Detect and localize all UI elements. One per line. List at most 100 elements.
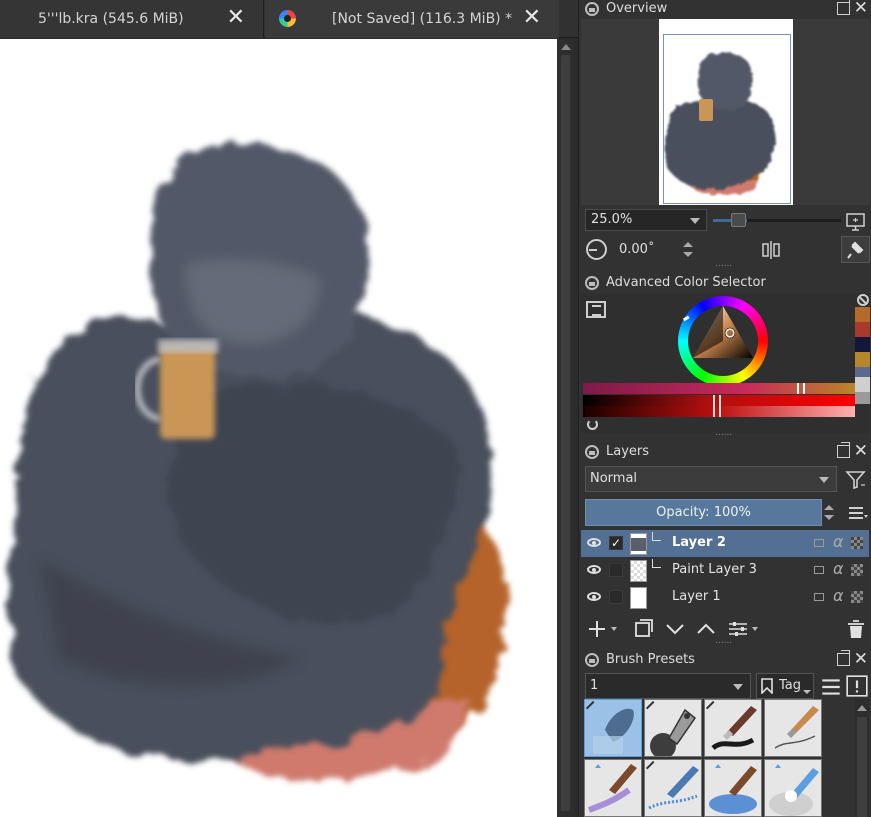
color-swatch[interactable]: [855, 392, 870, 404]
strip-marker: [713, 395, 715, 417]
layer-checkbox[interactable]: [609, 590, 623, 604]
inherit-alpha-icon[interactable]: [851, 591, 863, 603]
layer-row[interactable]: ✓ Layer 2 α: [581, 530, 869, 557]
layer-row[interactable]: Paint Layer 3 α: [581, 557, 869, 584]
brush-preset[interactable]: [644, 759, 702, 817]
lock-icon[interactable]: [585, 653, 599, 667]
strip-marker: [803, 383, 805, 394]
lock-icon[interactable]: [585, 276, 599, 290]
zoom-slider[interactable]: [713, 213, 841, 227]
hue-strip[interactable]: [583, 383, 855, 394]
overview-docker-title[interactable]: Overview ✕: [579, 0, 871, 20]
color-selector-settings-icon[interactable]: [586, 301, 606, 318]
tag-combobox[interactable]: Tag: [756, 673, 814, 699]
right-dock: Overview ✕ 25.0% 0.00˚ ...... Advanced C…: [578, 0, 871, 817]
rotation-dial-icon[interactable]: [586, 239, 607, 260]
color-swatch[interactable]: [855, 367, 870, 377]
zoom-slider-handle[interactable]: [731, 213, 746, 227]
color-swatch[interactable]: [855, 322, 870, 337]
scrollbar-thumb[interactable]: [857, 717, 867, 817]
close-docker-icon[interactable]: ✕: [854, 442, 868, 460]
mirror-view-icon[interactable]: [759, 238, 783, 262]
fit-to-view-icon[interactable]: [844, 210, 868, 234]
zoom-value: 25.0%: [591, 212, 633, 227]
scroll-up-arrow-icon[interactable]: [857, 705, 867, 711]
layer-thumbnail: [630, 587, 647, 609]
layer-filter-icon[interactable]: [844, 468, 868, 492]
overview-preview[interactable]: [581, 19, 870, 205]
alpha-lock-icon[interactable]: α: [833, 532, 844, 551]
brush-preset[interactable]: [584, 699, 642, 757]
layer-row[interactable]: Layer 1 α: [581, 584, 869, 611]
layer-thumbnail: [630, 560, 647, 582]
document-tab-2[interactable]: [Not Saved] (116.3 MiB) * ✕: [265, 0, 559, 38]
color-swatch[interactable]: [855, 377, 870, 392]
brush-preset[interactable]: [644, 699, 702, 757]
color-selector-docker-title[interactable]: Advanced Color Selector: [579, 274, 871, 294]
close-icon[interactable]: ✕: [227, 7, 245, 29]
brush-preset[interactable]: [764, 699, 822, 757]
pin-button[interactable]: [841, 236, 870, 263]
layer-lock-icon[interactable]: [814, 593, 824, 601]
brush-preset[interactable]: [584, 759, 642, 817]
brush-presets-docker-title[interactable]: Brush Presets ✕: [579, 650, 871, 671]
hamburger-menu-icon[interactable]: [846, 501, 870, 525]
inherit-alpha-icon[interactable]: [851, 564, 863, 576]
layers-docker-title[interactable]: Layers ✕: [579, 442, 871, 463]
alpha-lock-icon[interactable]: α: [833, 586, 844, 605]
layer-checkbox[interactable]: [609, 563, 623, 577]
scroll-up-arrow-icon[interactable]: [561, 44, 571, 50]
zoom-combobox[interactable]: 25.0%: [585, 209, 707, 231]
float-docker-icon[interactable]: [837, 650, 850, 666]
krita-window: 5'''lb.kra (545.6 MiB) ✕ [Not Saved] (11…: [0, 0, 871, 817]
color-swatch[interactable]: [855, 337, 870, 352]
refresh-icon[interactable]: [587, 419, 598, 430]
drawing-canvas[interactable]: [0, 39, 557, 817]
list-view-icon[interactable]: [819, 675, 843, 699]
opacity-slider[interactable]: Opacity: 100%: [585, 499, 822, 526]
layer-lock-icon[interactable]: [814, 566, 824, 574]
float-docker-icon[interactable]: [837, 442, 850, 458]
opacity-spin-arrows[interactable]: [823, 502, 835, 524]
canvas-vertical-scrollbar[interactable]: [557, 39, 574, 817]
delete-layer-icon[interactable]: [848, 620, 864, 638]
close-icon[interactable]: ✕: [523, 7, 541, 29]
close-docker-icon[interactable]: ✕: [854, 0, 868, 17]
brush-preset[interactable]: [704, 759, 762, 817]
move-layer-up-icon[interactable]: [697, 623, 715, 634]
layer-lock-icon[interactable]: [814, 539, 824, 547]
color-swatch[interactable]: [855, 307, 870, 322]
brush-preset-grid: [584, 699, 824, 817]
blend-mode-combobox[interactable]: Normal: [585, 466, 837, 492]
visibility-eye-icon[interactable]: [587, 592, 601, 601]
no-color-icon[interactable]: [857, 294, 869, 306]
close-docker-icon[interactable]: ✕: [854, 650, 868, 668]
brush-search-combobox[interactable]: 1: [585, 673, 751, 699]
move-layer-down-icon[interactable]: [666, 624, 684, 635]
brush-search-value: 1: [590, 678, 599, 693]
color-swatch[interactable]: [855, 352, 870, 367]
brush-preset[interactable]: [764, 759, 822, 817]
saturation-value-triangle[interactable]: [678, 296, 768, 386]
alpha-lock-icon[interactable]: α: [833, 559, 844, 578]
lock-icon[interactable]: [585, 445, 599, 459]
layer-properties-icon[interactable]: [729, 622, 758, 636]
lock-icon[interactable]: [585, 2, 599, 16]
color-selector-area[interactable]: [581, 293, 870, 433]
scrollbar-thumb[interactable]: [561, 55, 570, 811]
brush-preview: [587, 764, 637, 813]
inherit-alpha-icon[interactable]: [851, 537, 863, 549]
duplicate-layer-icon[interactable]: [635, 619, 653, 637]
document-tab-bar: 5'''lb.kra (545.6 MiB) ✕ [Not Saved] (11…: [0, 0, 578, 38]
document-tab-1[interactable]: 5'''lb.kra (545.6 MiB) ✕: [0, 0, 264, 38]
brush-presets-scrollbar[interactable]: [855, 699, 869, 817]
rotation-spin-arrows[interactable]: [682, 239, 694, 261]
float-docker-icon[interactable]: [837, 0, 850, 15]
visibility-eye-icon[interactable]: [587, 538, 601, 547]
brush-settings-icon[interactable]: [845, 674, 869, 698]
layer-checkbox[interactable]: ✓: [609, 536, 623, 550]
brush-preset[interactable]: [704, 699, 762, 757]
add-layer-icon[interactable]: [589, 621, 617, 637]
viewport-frame[interactable]: [663, 34, 791, 204]
visibility-eye-icon[interactable]: [587, 565, 601, 574]
